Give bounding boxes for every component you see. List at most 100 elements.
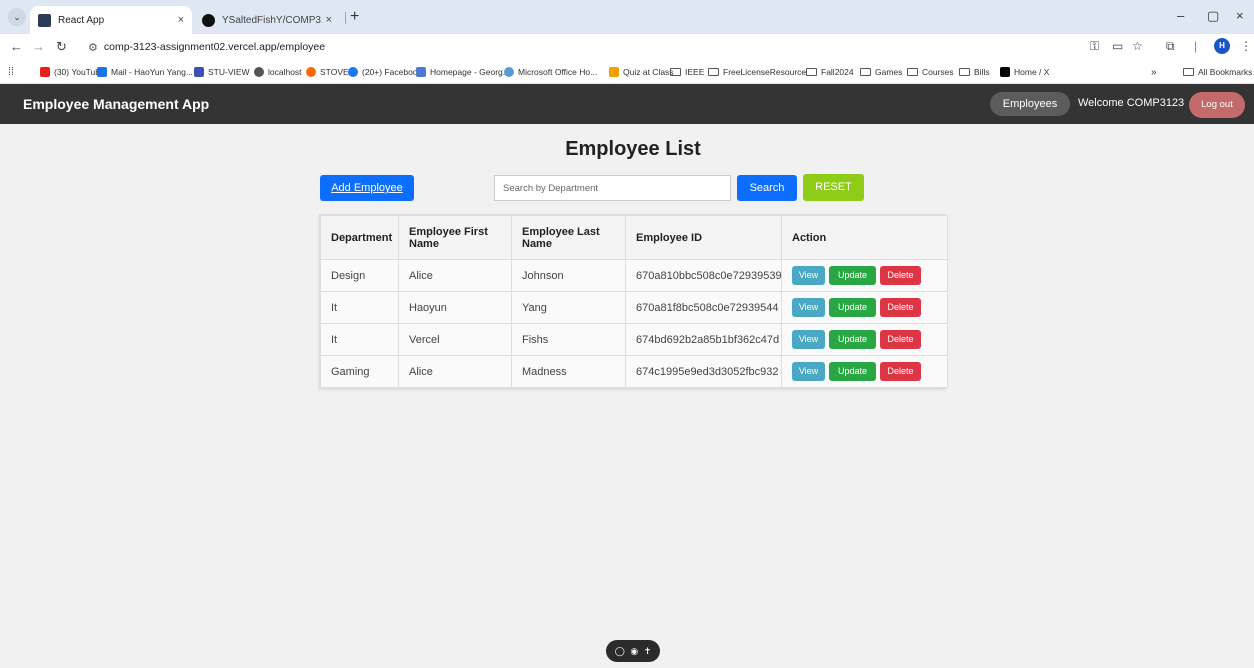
view-button[interactable]: View — [792, 298, 825, 317]
update-button[interactable]: Update — [829, 266, 876, 285]
header-first-name: Employee First Name — [398, 215, 512, 260]
view-button[interactable]: View — [792, 362, 825, 381]
floating-toolbar: ◯ ◉ ✝ — [606, 640, 660, 662]
employee-table: Department Employee First Name Employee … — [319, 214, 948, 389]
all-bookmarks-folder[interactable]: All Bookmarks — [1183, 65, 1252, 79]
bookmark-mail[interactable]: Mail - HaoYun Yang... — [97, 65, 193, 79]
bookmark-folder-fall2024[interactable]: Fall2024 — [806, 65, 854, 79]
bookmarks-overflow-button[interactable]: » — [1151, 65, 1157, 79]
header-employee-id: Employee ID — [625, 215, 782, 260]
tab-search-icon[interactable]: ⌄ — [8, 8, 26, 26]
bookmark-stove[interactable]: STOVE — [306, 65, 349, 79]
table-row: It Haoyun Yang 670a81f8bc508c0e72939544 … — [320, 291, 948, 324]
outlook-icon — [97, 67, 107, 77]
quiz-icon — [609, 67, 619, 77]
apps-grid-icon[interactable]: ⁞⁞ — [8, 65, 14, 79]
folder-icon — [860, 68, 871, 76]
cast-icon[interactable]: ▭ — [1112, 39, 1123, 53]
view-button[interactable]: View — [792, 266, 825, 285]
delete-button[interactable]: Delete — [880, 266, 921, 285]
chat-bubble-icon[interactable]: ◯ — [615, 646, 625, 657]
table-row: It Vercel Fishs 674bd692b2a85b1bf362c47d… — [320, 323, 948, 356]
header-action: Action — [781, 215, 948, 260]
cell-last-name: Yang — [511, 291, 626, 324]
close-window-icon[interactable]: × — [1236, 8, 1244, 23]
bookmark-x[interactable]: Home / X — [1000, 65, 1049, 79]
tab-github[interactable]: YSaltedFishY/COMP3123-Assig × — [194, 6, 340, 34]
reset-button[interactable]: RESET — [803, 174, 864, 201]
table-row: Gaming Alice Madness 674c1995e9ed3d3052f… — [320, 355, 948, 388]
folder-icon — [907, 68, 918, 76]
header-department: Department — [320, 215, 399, 260]
app-brand[interactable]: Employee Management App — [23, 96, 209, 112]
bookmark-folder-freelicense[interactable]: FreeLicenseResource — [708, 65, 806, 79]
bookmark-stu-view[interactable]: STU-VIEW — [194, 65, 250, 79]
new-tab-button[interactable]: + — [350, 8, 359, 26]
bookmark-office[interactable]: Microsoft Office Ho... — [504, 65, 597, 79]
extensions-icon[interactable]: ⧉ — [1166, 39, 1175, 54]
site-settings-icon[interactable]: ⚙ — [88, 41, 98, 54]
reload-icon[interactable]: ↻ — [56, 39, 67, 55]
globe-icon — [254, 67, 264, 77]
eye-icon[interactable]: ◉ — [630, 646, 638, 657]
profile-avatar-icon[interactable]: H — [1214, 38, 1230, 54]
tab-close-icon[interactable]: × — [178, 14, 184, 26]
cell-employee-id: 670a810bbc508c0e72939539 — [625, 259, 782, 292]
delete-button[interactable]: Delete — [880, 362, 921, 381]
forward-arrow-icon[interactable]: → — [32, 39, 45, 54]
bookmark-folder-bills[interactable]: Bills — [959, 65, 990, 79]
update-button[interactable]: Update — [829, 298, 876, 317]
url-text: comp-3123-assignment02.vercel.app/employ… — [103, 41, 326, 53]
homepage-icon — [416, 67, 426, 77]
cell-first-name: Alice — [398, 259, 512, 292]
bookmark-homepage[interactable]: Homepage - Georg... — [416, 65, 510, 79]
folder-icon — [959, 68, 970, 76]
back-arrow-icon[interactable]: ← — [10, 39, 23, 54]
cell-employee-id: 670a81f8bc508c0e72939544 — [625, 291, 782, 324]
page-title: Employee List — [565, 138, 701, 160]
folder-icon — [806, 68, 817, 76]
nav-employees-link[interactable]: Employees — [990, 92, 1070, 116]
stove-icon — [306, 67, 316, 77]
browser-menu-icon[interactable]: ⋮ — [1240, 39, 1252, 53]
maximize-icon[interactable]: ▢ — [1207, 8, 1219, 24]
youtube-icon — [40, 67, 50, 77]
password-key-icon[interactable]: ⚿ — [1090, 39, 1099, 54]
bookmark-folder-ieee[interactable]: IEEE — [670, 65, 704, 79]
delete-button[interactable]: Delete — [880, 298, 921, 317]
cell-department: It — [320, 291, 399, 324]
office-icon — [504, 67, 514, 77]
bookmarks-bar: ⁞⁞ (30) YouTube Mail - HaoYun Yang... ST… — [0, 60, 1254, 84]
bookmark-localhost[interactable]: localhost — [254, 65, 302, 79]
tab-separator — [345, 12, 346, 24]
bookmark-facebook[interactable]: (20+) Facebook — [348, 65, 422, 79]
cell-first-name: Alice — [398, 355, 512, 388]
address-bar[interactable]: ⚙ comp-3123-assignment02.vercel.app/empl… — [80, 37, 1080, 57]
tab-react-app[interactable]: React App × — [30, 6, 192, 34]
minimize-icon[interactable]: – — [1177, 8, 1184, 23]
folder-icon — [1183, 68, 1194, 76]
app-navbar: Employee Management App Employees Welcom… — [0, 84, 1254, 124]
logout-button[interactable]: Log out — [1189, 92, 1245, 118]
bookmark-youtube[interactable]: (30) YouTube — [40, 65, 105, 79]
update-button[interactable]: Update — [829, 362, 876, 381]
view-button[interactable]: View — [792, 330, 825, 349]
welcome-text: Welcome COMP3123 — [1078, 97, 1185, 109]
update-button[interactable]: Update — [829, 330, 876, 349]
cell-actions: View Update Delete — [781, 291, 948, 324]
search-button[interactable]: Search — [737, 175, 797, 201]
cell-actions: View Update Delete — [781, 259, 948, 292]
search-department-input[interactable] — [494, 175, 731, 201]
bookmark-folder-games[interactable]: Games — [860, 65, 902, 79]
delete-button[interactable]: Delete — [880, 330, 921, 349]
add-employee-button[interactable]: Add Employee — [320, 175, 414, 201]
bookmark-star-icon[interactable]: ☆ — [1132, 39, 1143, 53]
bookmark-folder-courses[interactable]: Courses — [907, 65, 954, 79]
browser-toolbar: ← → ↻ ⚙ comp-3123-assignment02.vercel.ap… — [0, 34, 1254, 60]
browser-tab-bar: ⌄ React App × YSaltedFishY/COMP3123-Assi… — [0, 0, 1254, 34]
stu-view-icon — [194, 67, 204, 77]
bookmark-quiz[interactable]: Quiz at Class — [609, 65, 674, 79]
tab-title: React App — [58, 14, 105, 26]
tab-close-icon[interactable]: × — [326, 14, 332, 26]
accessibility-icon[interactable]: ✝ — [644, 646, 652, 657]
